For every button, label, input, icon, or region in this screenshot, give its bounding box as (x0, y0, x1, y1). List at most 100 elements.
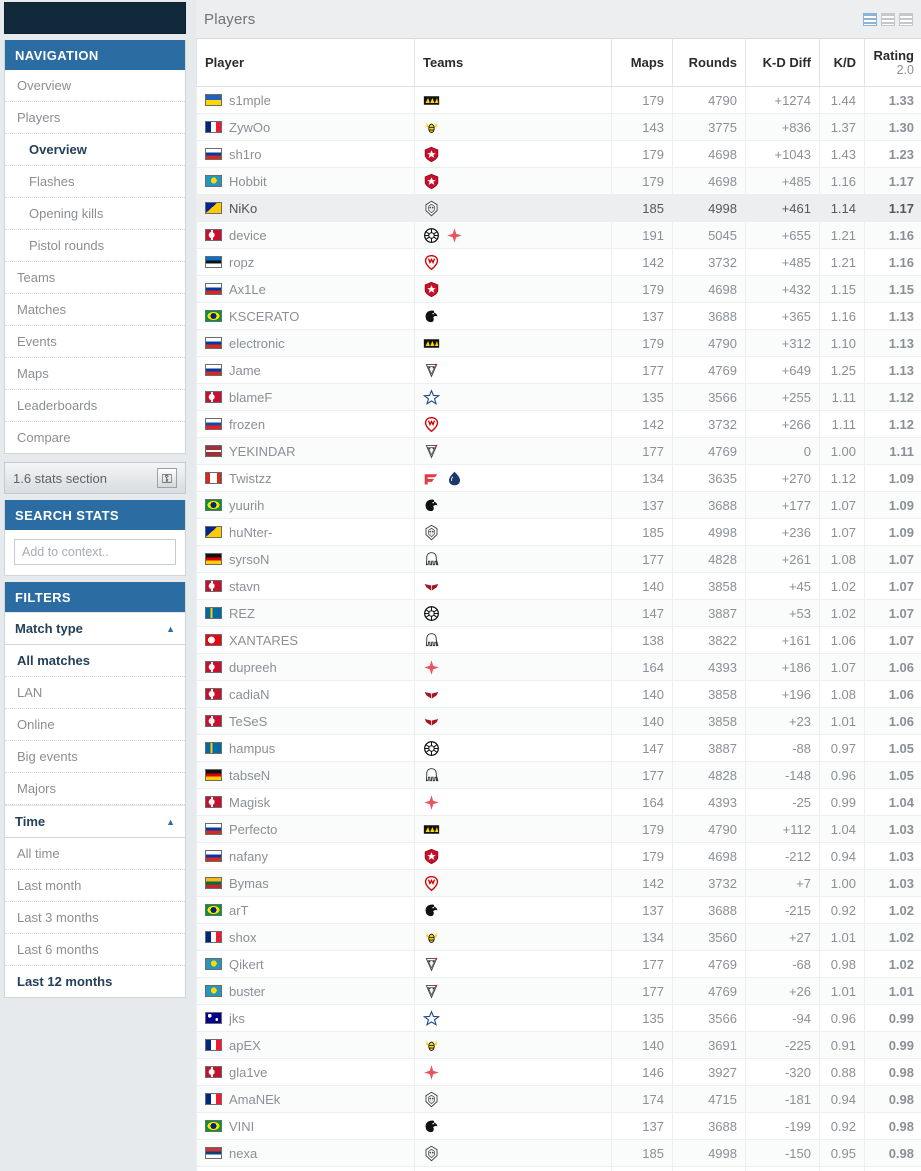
cell-teams[interactable] (414, 599, 612, 627)
team-logo-g2-icon[interactable] (423, 524, 440, 541)
cell-player[interactable]: stavn (196, 572, 415, 600)
team-logo-furia-icon[interactable] (423, 902, 440, 919)
table-row[interactable]: syrsoN 177 4828 +261 1.08 1.07 (196, 545, 921, 573)
filter-option-last-6-months[interactable]: Last 6 months (5, 934, 185, 966)
team-logo-furia-icon[interactable] (423, 308, 440, 325)
table-row[interactable]: Bymas 142 3732 +7 1.00 1.03 (196, 869, 921, 897)
cell-player[interactable]: blameF (196, 383, 415, 411)
cell-player[interactable]: jks (196, 1004, 415, 1032)
list-view-icon[interactable] (863, 12, 877, 26)
filter-option-online[interactable]: Online (5, 709, 185, 741)
cell-player[interactable]: nexa (196, 1139, 415, 1167)
column-header-rating[interactable]: Rating 2.0 (864, 38, 921, 87)
stats-16-section-button[interactable]: 1.6 stats section ⚿ (4, 462, 186, 494)
cell-teams[interactable] (414, 545, 612, 573)
sidebar-item-matches[interactable]: Matches (5, 294, 185, 326)
team-logo-big-icon[interactable] (423, 632, 440, 649)
cell-teams[interactable] (414, 140, 612, 168)
cell-teams[interactable] (414, 950, 612, 978)
team-logo-heroic-icon[interactable] (423, 686, 440, 703)
sidebar-item-leaderboards[interactable]: Leaderboards (5, 390, 185, 422)
cell-teams[interactable] (414, 491, 612, 519)
sidebar-item-events[interactable]: Events (5, 326, 185, 358)
cell-teams[interactable] (414, 977, 612, 1005)
team-logo-g2-icon[interactable] (423, 1091, 440, 1108)
table-row[interactable]: jks 135 3566 -94 0.96 0.99 (196, 1004, 921, 1032)
grid-view-icon[interactable] (881, 12, 895, 26)
table-row[interactable]: TeSeS 140 3858 +23 1.01 1.06 (196, 707, 921, 735)
sidebar-item-overview[interactable]: Overview (5, 70, 185, 102)
sidebar-item-compare[interactable]: Compare (5, 422, 185, 453)
table-row[interactable]: tabseN 177 4828 -148 0.96 1.05 (196, 761, 921, 789)
cell-teams[interactable] (414, 815, 612, 843)
team-logo-heroic-icon[interactable] (423, 713, 440, 730)
cell-player[interactable]: TeSeS (196, 707, 415, 735)
table-row[interactable]: nafany 179 4698 -212 0.94 1.03 (196, 842, 921, 870)
column-header-kd[interactable]: K/D (819, 38, 865, 87)
team-logo-vp-icon[interactable] (423, 443, 440, 460)
table-row[interactable]: huNter- 185 4998 +236 1.07 1.09 (196, 518, 921, 546)
cell-teams[interactable] (414, 1166, 612, 1171)
team-logo-astralis-icon[interactable] (446, 227, 463, 244)
team-logo-gambit-icon[interactable] (423, 173, 440, 190)
cell-teams[interactable] (414, 842, 612, 870)
team-logo-mouz-icon[interactable] (423, 875, 440, 892)
team-logo-mouz-icon[interactable] (423, 416, 440, 433)
column-header-maps[interactable]: Maps (611, 38, 673, 87)
table-row[interactable]: ropz 142 3732 +485 1.21 1.16 (196, 248, 921, 276)
cell-teams[interactable] (414, 734, 612, 762)
team-logo-g2-icon[interactable] (423, 1145, 440, 1162)
table-row[interactable]: gla1ve 146 3927 -320 0.88 0.98 (196, 1058, 921, 1086)
table-row[interactable]: ZywOo 143 3775 +836 1.37 1.30 (196, 113, 921, 141)
table-row[interactable]: XANTARES 138 3822 +161 1.06 1.07 (196, 626, 921, 654)
cell-player[interactable]: sh1ro (196, 140, 415, 168)
cell-teams[interactable] (414, 437, 612, 465)
cell-player[interactable]: AmaNEk (196, 1085, 415, 1113)
team-logo-nip-icon[interactable] (423, 227, 440, 244)
cell-player[interactable]: Hobbit (196, 167, 415, 195)
team-logo-furia-icon[interactable] (423, 1118, 440, 1135)
cell-teams[interactable] (414, 329, 612, 357)
cell-player[interactable]: apEX (196, 1031, 415, 1059)
team-logo-astralis-icon[interactable] (423, 659, 440, 676)
cell-teams[interactable] (414, 86, 612, 114)
table-row[interactable]: AmaNEk 174 4715 -181 0.94 0.98 (196, 1085, 921, 1113)
cell-player[interactable]: dupreeh (196, 653, 415, 681)
table-row[interactable]: yuurih 137 3688 +177 1.07 1.09 (196, 491, 921, 519)
cell-teams[interactable] (414, 167, 612, 195)
column-header-teams[interactable]: Teams (414, 38, 612, 87)
table-row[interactable]: frozen 142 3732 +266 1.11 1.12 (196, 410, 921, 438)
cell-player[interactable]: hampus (196, 734, 415, 762)
table-row[interactable]: REZ 147 3887 +53 1.02 1.07 (196, 599, 921, 627)
cell-teams[interactable] (414, 383, 612, 411)
team-logo-astralis-icon[interactable] (423, 1064, 440, 1081)
team-logo-complexity-icon[interactable] (422, 388, 441, 406)
cell-teams[interactable] (414, 194, 612, 222)
table-row[interactable]: apEX 140 3691 -225 0.91 0.99 (196, 1031, 921, 1059)
table-row[interactable]: sh1ro 179 4698 +1043 1.43 1.23 (196, 140, 921, 168)
filter-option-majors[interactable]: Majors (5, 773, 185, 805)
table-row[interactable]: Jame 177 4769 +649 1.25 1.13 (196, 356, 921, 384)
cell-player[interactable]: VINI (196, 1112, 415, 1140)
team-logo-liquid-icon[interactable] (446, 470, 463, 487)
table-row[interactable]: Hobbit 179 4698 +485 1.16 1.17 (196, 167, 921, 195)
table-row[interactable]: Xyp9x 1463947-2010.920.97 (196, 1166, 921, 1171)
team-logo-nip-icon[interactable] (423, 740, 440, 757)
cell-teams[interactable] (414, 1031, 612, 1059)
table-row[interactable]: cadiaN 140 3858 +196 1.08 1.06 (196, 680, 921, 708)
team-logo-nip-icon[interactable] (423, 605, 440, 622)
team-logo-vitality-icon[interactable] (423, 119, 440, 136)
cell-teams[interactable] (414, 707, 612, 735)
table-row[interactable]: buster 177 4769 +26 1.01 1.01 (196, 977, 921, 1005)
cell-player[interactable]: s1mple (196, 86, 415, 114)
team-logo-heroic-icon[interactable] (423, 578, 440, 595)
team-logo-vitality-icon[interactable] (423, 1037, 440, 1054)
sidebar-item-players[interactable]: Players (5, 102, 185, 134)
team-logo-vp-icon[interactable] (423, 956, 440, 973)
cell-player[interactable]: Bymas (196, 869, 415, 897)
cell-player[interactable]: buster (196, 977, 415, 1005)
cell-player[interactable]: Twistzz (196, 464, 415, 492)
cell-teams[interactable] (414, 896, 612, 924)
cell-player[interactable]: arT (196, 896, 415, 924)
cell-teams[interactable] (414, 572, 612, 600)
